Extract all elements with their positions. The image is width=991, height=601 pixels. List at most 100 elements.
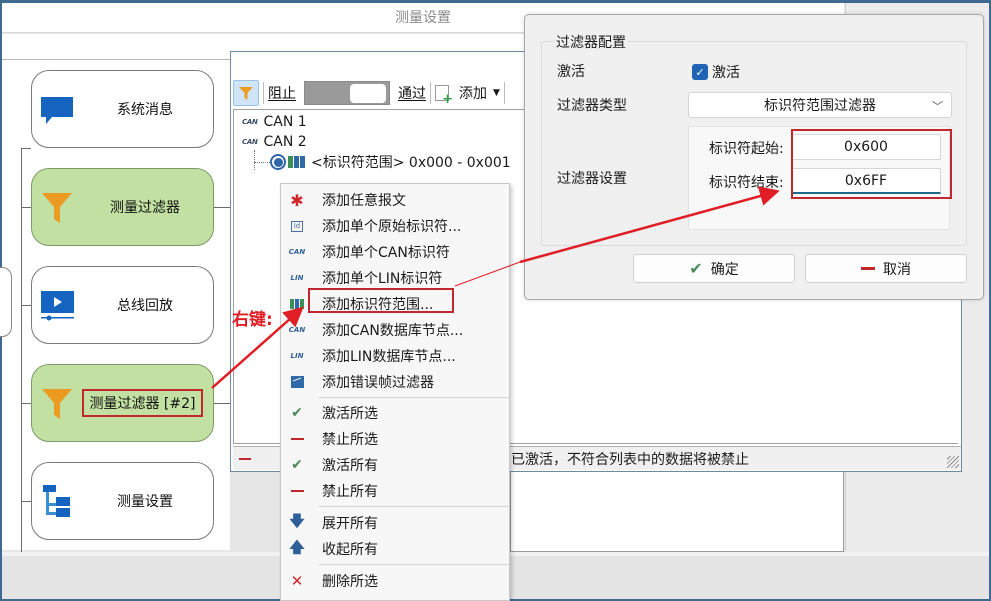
lin-icon: LIN bbox=[290, 274, 304, 282]
minus-icon bbox=[239, 457, 251, 460]
status-text: 已激活，不符合列表中的数据将被禁止 bbox=[511, 451, 749, 468]
menu-item-label: 激活所选 bbox=[322, 406, 378, 422]
menu-item-label: 添加单个原始标识符... bbox=[322, 219, 462, 235]
lin-icon: LIN bbox=[290, 352, 304, 360]
toolbar-separator bbox=[430, 82, 431, 104]
menu-item-label: 收起所有 bbox=[322, 542, 378, 558]
node-system-messages[interactable]: 系统消息 bbox=[31, 70, 214, 148]
toolbar-separator bbox=[263, 82, 264, 104]
connector-line bbox=[21, 501, 31, 502]
node-measurement-filter[interactable]: 测量过滤器 bbox=[31, 168, 214, 246]
block-pass-toggle[interactable] bbox=[304, 81, 390, 105]
ok-button[interactable]: ✔ 确定 bbox=[633, 254, 795, 283]
background-panel bbox=[510, 472, 844, 552]
tree-item-can1[interactable]: CAN CAN 1 bbox=[242, 112, 307, 132]
arrow-up-icon: 🡅 bbox=[289, 537, 305, 556]
tree-settings-icon bbox=[43, 485, 70, 517]
filter-toggle-button[interactable] bbox=[233, 80, 259, 106]
tree-item-id-range[interactable]: <标识符范围> 0x000 - 0x001 bbox=[270, 152, 511, 172]
menu-item-disable-all[interactable]: 禁止所有 bbox=[281, 478, 509, 504]
add-label: 添加 bbox=[459, 86, 487, 102]
resize-grip[interactable] bbox=[947, 456, 959, 468]
caret-down-icon: ▼ bbox=[493, 88, 500, 98]
can-icon: CAN bbox=[242, 118, 258, 126]
active-radio-icon[interactable] bbox=[270, 154, 286, 170]
activate-checkbox[interactable]: ✓ 激活 bbox=[692, 62, 740, 82]
annotation-highlight-box bbox=[791, 129, 952, 199]
menu-item-label: 删除所选 bbox=[322, 574, 378, 590]
menu-item-add-raw-id[interactable]: Id 添加单个原始标识符... bbox=[281, 213, 509, 239]
ok-label: 确定 bbox=[710, 261, 739, 278]
id-start-label: 标识符起始: bbox=[709, 141, 784, 157]
connector-line bbox=[21, 403, 31, 404]
menu-item-delete-selected[interactable]: ✕ 删除所选 bbox=[281, 568, 509, 594]
minus-icon bbox=[290, 490, 304, 492]
menu-item-add-can-id[interactable]: CAN 添加单个CAN标识符 bbox=[281, 239, 509, 265]
range-icon bbox=[290, 299, 304, 309]
check-icon: ✔ bbox=[689, 259, 703, 278]
node-measurement-filter-2[interactable]: 测量过滤器 [#2] bbox=[31, 364, 214, 442]
error-frame-icon bbox=[290, 376, 304, 388]
tree-item-label: CAN 2 bbox=[263, 134, 307, 150]
diagram-stub-node bbox=[0, 267, 12, 337]
checkbox-checked-icon[interactable]: ✓ bbox=[692, 64, 708, 80]
menu-item-add-error-frame-filter[interactable]: 添加错误帧过滤器 bbox=[281, 369, 509, 395]
range-icon bbox=[288, 156, 305, 168]
menu-item-disable-selected[interactable]: 禁止所选 bbox=[281, 426, 509, 452]
menu-item-add-can-db-node[interactable]: CAN 添加CAN数据库节点... bbox=[281, 317, 509, 343]
filter-settings-label: 过滤器设置 bbox=[557, 171, 627, 187]
filter-icon bbox=[239, 87, 253, 100]
tree-item-can2[interactable]: CAN CAN 2 bbox=[242, 132, 307, 152]
group-title: 过滤器配置 bbox=[554, 32, 628, 52]
menu-item-add-any-message[interactable]: ✱ 添加任意报文 bbox=[281, 187, 509, 213]
filter-type-label: 过滤器类型 bbox=[557, 98, 627, 114]
connector-line bbox=[21, 148, 22, 558]
cancel-button[interactable]: 取消 bbox=[805, 254, 967, 283]
block-label[interactable]: 阻止 bbox=[268, 83, 296, 103]
add-icon bbox=[435, 85, 453, 107]
node-label: 总线回放 bbox=[117, 298, 173, 314]
menu-item-label: 添加LIN数据库节点... bbox=[322, 349, 456, 365]
tree-connector bbox=[254, 150, 255, 170]
toggle-knob[interactable] bbox=[350, 84, 386, 103]
menu-separator bbox=[319, 506, 509, 507]
filter-icon bbox=[42, 389, 72, 419]
toolbar-separator bbox=[503, 82, 505, 104]
menu-item-add-lin-db-node[interactable]: LIN 添加LIN数据库节点... bbox=[281, 343, 509, 369]
connector-line bbox=[21, 148, 31, 149]
menu-item-expand-all[interactable]: 🡇 展开所有 bbox=[281, 510, 509, 536]
node-label: 测量设置 bbox=[117, 494, 173, 510]
menu-item-label: 禁止所有 bbox=[322, 484, 378, 500]
annotation-highlight-box bbox=[308, 288, 454, 313]
cancel-label: 取消 bbox=[883, 261, 911, 278]
arrow-down-icon: 🡇 bbox=[289, 511, 305, 530]
menu-item-label: 添加错误帧过滤器 bbox=[322, 375, 434, 391]
id-icon: Id bbox=[290, 220, 304, 232]
menu-item-collapse-all[interactable]: 🡅 收起所有 bbox=[281, 536, 509, 562]
chevron-down-icon: ﹀ bbox=[932, 100, 943, 113]
message-icon bbox=[41, 97, 73, 124]
filter-type-select[interactable]: 标识符范围过滤器 ﹀ bbox=[688, 92, 952, 118]
menu-item-label: 添加任意报文 bbox=[322, 193, 406, 209]
node-bus-playback[interactable]: 总线回放 bbox=[31, 266, 214, 344]
id-end-label: 标识符结束: bbox=[709, 175, 784, 191]
minus-icon bbox=[290, 438, 304, 440]
add-dropdown-button[interactable]: 添加 ▼ bbox=[435, 83, 500, 107]
menu-item-label: 展开所有 bbox=[322, 516, 378, 532]
minus-icon bbox=[861, 267, 875, 270]
connector-line bbox=[21, 207, 31, 208]
node-measurement-settings[interactable]: 测量设置 bbox=[31, 462, 214, 540]
menu-item-label: 激活所有 bbox=[322, 458, 378, 474]
menu-item-label: 添加CAN数据库节点... bbox=[322, 323, 464, 339]
menu-item-activate-all[interactable]: ✔ 激活所有 bbox=[281, 452, 509, 478]
node-label: 测量过滤器 bbox=[110, 200, 180, 216]
tree-item-label: CAN 1 bbox=[263, 114, 307, 130]
menu-item-label: 添加单个CAN标识符 bbox=[322, 245, 450, 261]
activate-checkbox-label: 激活 bbox=[712, 65, 740, 81]
menu-separator bbox=[319, 564, 509, 565]
pass-label[interactable]: 通过 bbox=[398, 83, 426, 103]
menu-item-activate-selected[interactable]: ✔ 激活所选 bbox=[281, 400, 509, 426]
check-icon: ✔ bbox=[291, 457, 303, 473]
menu-separator bbox=[319, 397, 509, 398]
measurement-diagram: 系统消息 测量过滤器 总线回放 测量过滤器 [#2] 测量设置 bbox=[0, 60, 233, 558]
